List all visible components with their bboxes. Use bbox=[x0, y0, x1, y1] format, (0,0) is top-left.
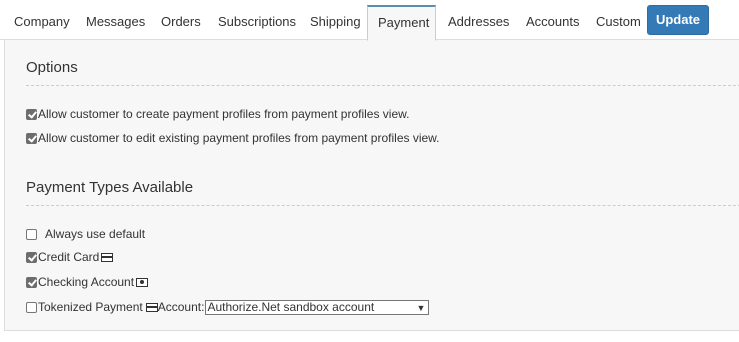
credit-card-icon bbox=[145, 302, 158, 312]
create-profiles-checkbox[interactable] bbox=[26, 108, 37, 120]
edit-profiles-label: Allow customer to edit existing payment … bbox=[38, 131, 440, 145]
tokenized-payment-checkbox[interactable] bbox=[26, 301, 37, 313]
credit-card-row: Credit Card bbox=[26, 249, 114, 265]
tab-subscriptions[interactable]: Subscriptions bbox=[208, 5, 306, 40]
always-default-label: Always use default bbox=[45, 227, 146, 241]
create-profiles-label: Allow customer to create payment profile… bbox=[38, 107, 410, 121]
tab-shipping[interactable]: Shipping bbox=[300, 5, 371, 40]
option-edit-profiles: Allow customer to edit existing payment … bbox=[26, 130, 440, 146]
checking-account-row: Checking Account bbox=[26, 274, 149, 290]
credit-card-icon bbox=[101, 252, 114, 262]
money-icon bbox=[136, 277, 149, 287]
account-select[interactable]: Authorize.Net sandbox account ▼ bbox=[205, 299, 430, 315]
credit-card-label: Credit Card bbox=[38, 250, 100, 264]
update-button[interactable]: Update bbox=[647, 5, 709, 35]
always-default-checkbox[interactable] bbox=[26, 228, 37, 240]
payment-panel: Options Allow customer to create payment… bbox=[4, 40, 739, 331]
options-divider bbox=[26, 85, 739, 86]
tab-accounts[interactable]: Accounts bbox=[516, 5, 589, 40]
tab-custom[interactable]: Custom bbox=[586, 5, 651, 40]
edit-profiles-checkbox[interactable] bbox=[26, 132, 37, 144]
payment-types-divider bbox=[26, 205, 739, 206]
account-select-value: Authorize.Net sandbox account bbox=[207, 299, 375, 314]
tab-messages[interactable]: Messages bbox=[76, 5, 155, 40]
tab-addresses[interactable]: Addresses bbox=[438, 5, 519, 40]
credit-card-checkbox[interactable] bbox=[26, 251, 37, 263]
checking-account-label: Checking Account bbox=[38, 275, 135, 289]
tokenized-payment-label: Tokenized Payment bbox=[38, 300, 143, 314]
payment-types-heading: Payment Types Available bbox=[26, 179, 194, 196]
tokenized-payment-row: Tokenized Payment Account: Authorize.Net… bbox=[26, 299, 430, 315]
always-default-row: Always use default bbox=[26, 226, 145, 242]
option-create-profiles: Allow customer to create payment profile… bbox=[26, 106, 409, 122]
tab-bar: Company Messages Orders Subscriptions Sh… bbox=[0, 0, 739, 41]
tab-payment[interactable]: Payment bbox=[367, 5, 436, 41]
chevron-down-icon: ▼ bbox=[416, 302, 426, 313]
account-label: Account: bbox=[157, 300, 205, 314]
checking-account-checkbox[interactable] bbox=[26, 276, 37, 288]
tab-company[interactable]: Company bbox=[4, 5, 80, 40]
tab-orders[interactable]: Orders bbox=[151, 5, 211, 40]
options-heading: Options bbox=[26, 59, 78, 76]
